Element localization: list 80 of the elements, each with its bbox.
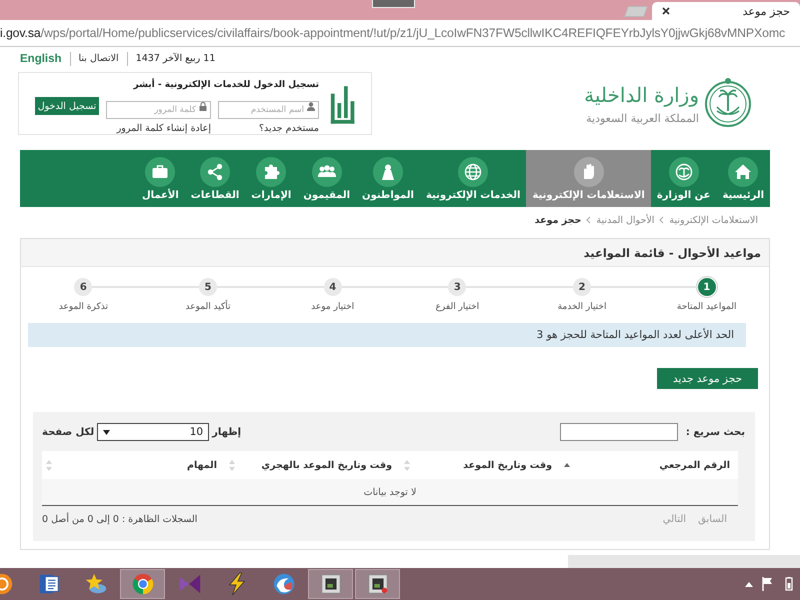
caret-icon	[103, 430, 110, 434]
browser-tab[interactable]: حجز موعد	[652, 2, 800, 20]
new-user-link[interactable]: مستخدم جديد؟	[259, 123, 319, 134]
close-icon[interactable]	[662, 7, 670, 15]
nav-item[interactable]: المقيمون	[297, 150, 356, 207]
step-number: 1	[698, 278, 716, 296]
step-number: 5	[199, 278, 217, 296]
step-number: 3	[448, 278, 466, 296]
search-label: بحث سريع :	[686, 426, 745, 438]
step-label: تذكرة الموعد	[58, 302, 108, 312]
reset-password-link[interactable]: إعادة إنشاء كلمة المرور	[116, 123, 211, 134]
empty-table-message: لا توجد بيانات	[364, 486, 416, 498]
info-notice: الحد الأعلى لعدد المواعيد المتاحة للحجز هو 3	[28, 323, 746, 347]
column-header[interactable]: وقت وتاريخ الموعد بالهجري	[225, 451, 400, 479]
taskbar-button[interactable]	[355, 569, 400, 599]
horizontal-scrollbar[interactable]	[568, 555, 800, 568]
globe-icon	[458, 156, 488, 186]
emblem-icon	[704, 77, 752, 129]
new-appointment-button[interactable]: حجز موعد جديد	[657, 368, 758, 389]
nav-item[interactable]: الإمارات	[245, 150, 298, 207]
window-thumbnail-icon	[318, 572, 342, 596]
nav-item[interactable]: الخدمات الإلكترونية	[420, 150, 526, 207]
login-button[interactable]: تسجيل الدخول	[35, 97, 99, 115]
person-icon	[307, 102, 315, 110]
per-page-label: لكل صفحة	[42, 426, 94, 438]
briefcase-icon	[145, 156, 176, 186]
window-thumbnail-icon	[366, 572, 390, 596]
page-size-select[interactable]: 10	[97, 423, 210, 441]
round-logo-icon	[130, 572, 154, 596]
address-field[interactable]: i.gov.sa/wps/portal/Home/publicservices/civilaffairs/book-appointment/!ut/p/z1/jU_LcoIwFN37FW5cllwIKC4REFIQFEYrbJylsY0jjwGkj68vMNPXomc	[0, 20, 800, 47]
person-icon	[373, 156, 403, 186]
header-link[interactable]: الاتصال بنا	[70, 53, 127, 64]
bowtie-icon	[178, 572, 202, 596]
username-field[interactable]: اسم المستخدم	[218, 101, 319, 119]
records-info: السجلات الظاهرة : 0 إلى 0 من أصل 0	[42, 514, 198, 525]
panel-title: مواعيد الأحوال - قائمة المواعيد	[584, 246, 761, 260]
title-bar-handle[interactable]	[372, 0, 415, 8]
chevron-icon	[586, 216, 592, 224]
step-label: المواعيد المتاحة	[676, 302, 736, 312]
swirl-icon	[272, 572, 296, 596]
step-label: اختيار الخدمة	[558, 302, 606, 312]
lock-icon	[199, 102, 207, 110]
house-icon	[728, 156, 758, 186]
search-field[interactable]	[560, 423, 678, 441]
date-text: 11 ربيع الآخر 1437	[134, 53, 216, 64]
column-header[interactable]: المهام	[42, 451, 225, 479]
show-label: إظهار	[212, 426, 242, 438]
column-header[interactable]: الرقم المرجعي	[560, 451, 738, 479]
star-icon	[84, 572, 108, 596]
taskbar-button[interactable]	[308, 569, 353, 599]
language-link[interactable]: English	[20, 52, 70, 64]
step-number: 4	[324, 278, 342, 296]
battery-icon[interactable]	[783, 577, 795, 591]
emblem-icon	[668, 156, 699, 186]
caret-icon[interactable]	[745, 582, 753, 586]
login-title: تسجيل الدخول للخدمات الإلكترونية - أبشر	[132, 78, 319, 92]
nav-item[interactable]: الرئيسية	[716, 150, 770, 207]
hand-icon	[574, 156, 604, 186]
step-number: 6	[74, 278, 92, 296]
nav-item[interactable]: عن الوزارة	[650, 150, 716, 207]
step-number: 2	[573, 278, 591, 296]
people-icon	[312, 156, 342, 186]
chevron-icon	[659, 216, 664, 224]
breadcrumb-link[interactable]: الاستعلامات الإلكترونية	[669, 214, 758, 226]
ministry-name: وزارة الداخلية	[584, 82, 699, 109]
step-label: اختيار موعد	[311, 302, 354, 312]
column-header[interactable]: وقت وتاريخ الموعد	[400, 451, 560, 479]
password-field[interactable]: كلمة المرور	[106, 101, 211, 119]
flag-icon[interactable]	[762, 577, 774, 591]
step-label: اختيار الفرع	[436, 302, 480, 312]
nav-item[interactable]: الأعمال	[136, 150, 185, 207]
puzzle-icon	[256, 156, 286, 186]
breadcrumb-link[interactable]: الأحوال المدنية	[596, 214, 654, 226]
nav-item[interactable]: القطاعات	[184, 150, 246, 207]
nav-item[interactable]: الاستعلامات الإلكترونية	[526, 150, 651, 207]
breadcrumb-current: حجز موعد	[534, 214, 582, 226]
network-icon	[200, 156, 230, 186]
step-label: تأكيد الموعد	[186, 302, 231, 312]
nav-item[interactable]: المواطنون	[356, 150, 420, 207]
country-name: المملكة العربية السعودية	[586, 112, 699, 125]
